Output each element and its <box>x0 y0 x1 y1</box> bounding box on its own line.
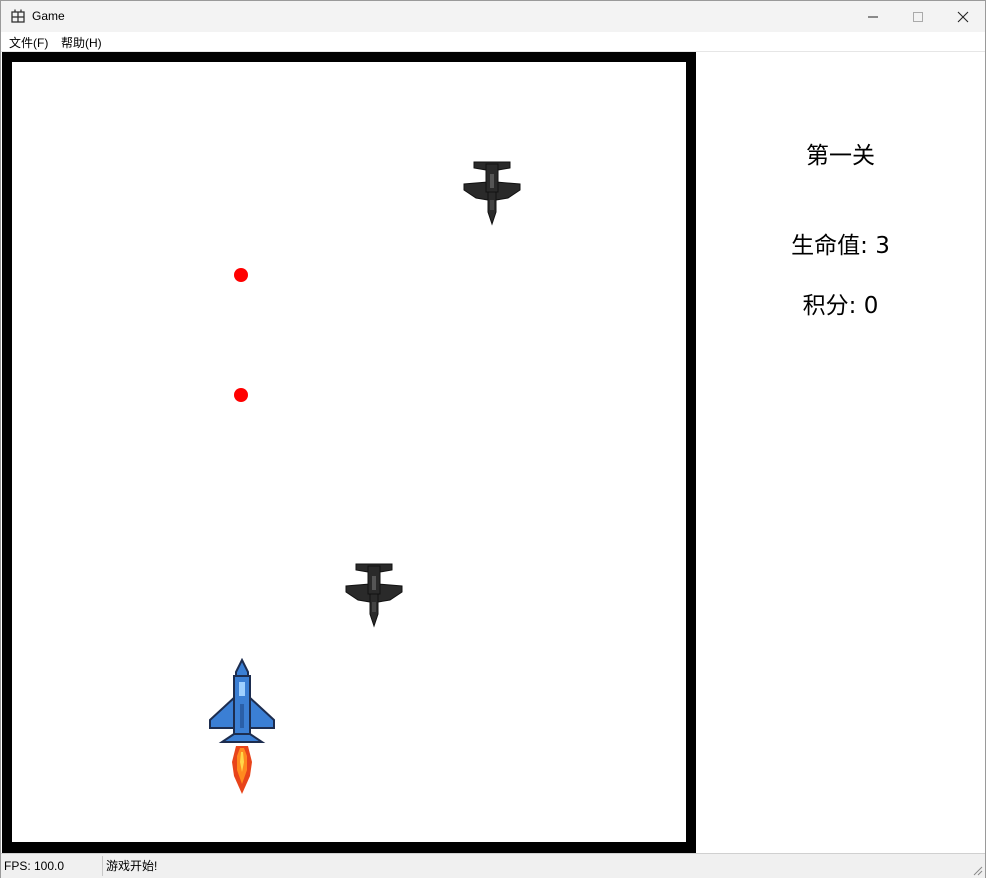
menu-file[interactable]: 文件(F) <box>9 34 48 51</box>
title-bar[interactable]: Game <box>1 1 985 32</box>
window-title: Game <box>32 9 65 23</box>
enemy-jet-icon <box>463 161 521 226</box>
close-button[interactable] <box>940 1 986 32</box>
engine-flame-icon <box>232 746 252 794</box>
game-canvas[interactable] <box>12 62 686 842</box>
game-area-border <box>2 52 696 853</box>
status-message: 游戏开始! <box>106 859 158 873</box>
player-jet-icon <box>209 658 275 794</box>
status-bar: FPS: 100.0 游戏开始! <box>1 853 985 878</box>
resize-grip-icon[interactable] <box>971 864 983 876</box>
game-window: Game 文件(F) 帮助(H) 第一关 生命值: 3 积分: 0 FPS: 1… <box>0 0 986 878</box>
info-panel: 第一关 生命值: 3 积分: 0 <box>696 52 985 853</box>
minimize-icon <box>868 16 878 18</box>
enemy-jet-icon <box>345 563 403 628</box>
maximize-button[interactable] <box>895 1 941 32</box>
level-label: 第一关 <box>806 143 875 169</box>
player-bullet <box>234 268 248 282</box>
menu-bar: 文件(F) 帮助(H) <box>1 32 985 52</box>
maximize-icon <box>913 12 923 22</box>
minimize-button[interactable] <box>850 1 896 32</box>
close-icon <box>957 11 969 23</box>
app-grid-icon <box>11 9 25 23</box>
player-bullet <box>234 388 248 402</box>
fps-readout: FPS: 100.0 <box>4 859 65 873</box>
menu-help[interactable]: 帮助(H) <box>61 34 102 51</box>
lives-label: 生命值: 3 <box>791 233 890 259</box>
score-label: 积分: 0 <box>802 293 879 319</box>
